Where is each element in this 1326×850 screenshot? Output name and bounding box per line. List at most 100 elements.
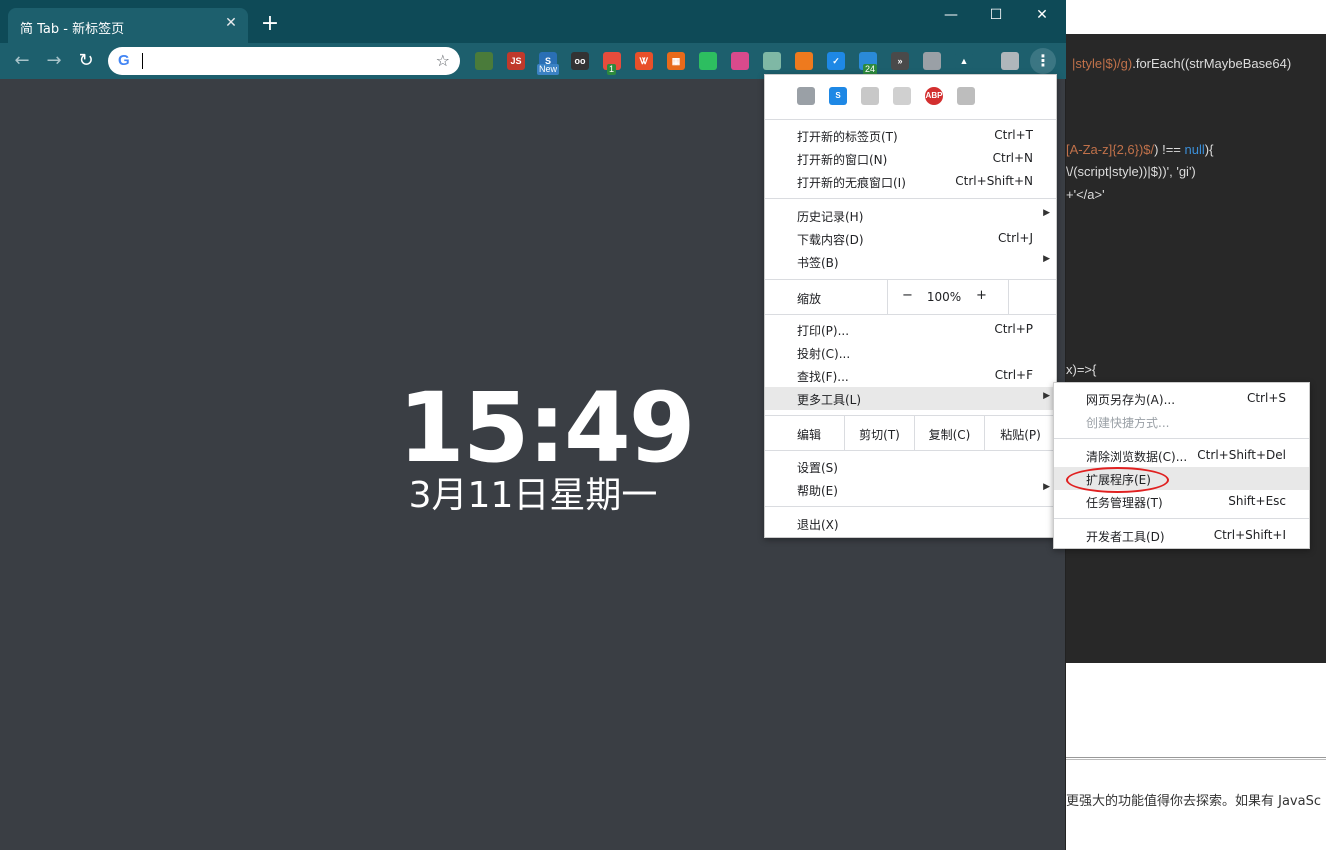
menu-item-devtools[interactable]: 开发者工具(D) Ctrl+Shift+I <box>1054 524 1309 547</box>
address-bar[interactable]: G ☆ <box>108 47 460 75</box>
menu-item-shortcut: Shift+Esc <box>1228 494 1286 508</box>
tab-title: 简 Tab - 新标签页 <box>20 22 125 37</box>
chevrons-ext-icon[interactable]: » <box>891 52 909 70</box>
s-ext-icon[interactable]: S <box>829 87 847 105</box>
menu-item-downloads[interactable]: 下载内容(D) Ctrl+J <box>765 227 1056 250</box>
paste-button[interactable]: 粘贴(P) <box>984 416 1056 450</box>
menu-item-create-shortcut: 创建快捷方式... <box>1054 410 1309 433</box>
submenu-arrow-icon: ▶ <box>1043 391 1050 401</box>
menu-item-more-tools[interactable]: 更多工具(L) ▶ <box>765 387 1056 410</box>
oo-ext-icon[interactable]: oo <box>571 52 589 70</box>
menu-item-task-manager[interactable]: 任务管理器(T) Shift+Esc <box>1054 490 1309 513</box>
menu-item-label: 任务管理器(T) <box>1086 496 1163 510</box>
menu-item-new-incognito[interactable]: 打开新的无痕窗口(I) Ctrl+Shift+N <box>765 170 1056 193</box>
clock-time: 15:49 <box>398 372 696 484</box>
menu-item-help[interactable]: 帮助(E) ▶ <box>765 478 1056 501</box>
menu-item-label: 书签(B) <box>797 256 839 270</box>
zoom-level: 100% <box>926 290 962 304</box>
cut-button[interactable]: 剪切(T) <box>844 416 914 450</box>
paste-label: 粘贴(P) <box>1000 428 1041 442</box>
zoom-label: 缩放 <box>797 292 822 306</box>
reload-button[interactable]: ↻ <box>73 48 99 74</box>
js-ext-icon[interactable]: JS <box>507 52 525 70</box>
chrome-menu: S ABP 打开新的标签页(T) Ctrl+T 打开新的窗口(N) Ctrl+N … <box>764 74 1057 538</box>
avatar-icon[interactable] <box>1001 52 1019 70</box>
evernote-ext-icon[interactable] <box>699 52 717 70</box>
rss-ext-icon[interactable] <box>795 52 813 70</box>
user-ext-icon[interactable] <box>475 52 493 70</box>
box-ext-icon[interactable] <box>763 52 781 70</box>
translate-ext-icon[interactable]: Ꮤ <box>635 52 653 70</box>
menu-item-label: 查找(F)... <box>797 370 849 384</box>
separator <box>1054 438 1309 439</box>
tab-active[interactable]: 简 Tab - 新标签页 ✕ <box>8 8 248 43</box>
bookmark-star-icon[interactable]: ☆ <box>436 51 450 71</box>
tab-close-icon[interactable]: ✕ <box>222 14 240 32</box>
edit-label: 编辑 <box>797 428 822 442</box>
cut-label: 剪切(T) <box>859 428 900 442</box>
qr-ext-icon[interactable]: ▦ <box>667 52 685 70</box>
code-line: x)=>{ <box>1066 362 1097 377</box>
menu-item-print[interactable]: 打印(P)... Ctrl+P <box>765 318 1056 341</box>
newspaper-ext-icon[interactable] <box>797 87 815 105</box>
zoom-row: 缩放 − 100% + <box>765 280 1056 314</box>
feather-ext-icon[interactable] <box>893 87 911 105</box>
warning-ext-icon[interactable]: ▲ <box>955 52 973 70</box>
new-tab-button[interactable]: + <box>258 12 282 36</box>
divider <box>1066 757 1326 760</box>
text-caret <box>142 53 143 69</box>
image-ext-icon[interactable] <box>861 87 879 105</box>
code-line: [A-Za-z]{2,6})$/) !== null){ <box>1066 142 1214 157</box>
menu-item-clear-data[interactable]: 清除浏览数据(C)... Ctrl+Shift+Del <box>1054 444 1309 467</box>
more-tools-submenu: 网页另存为(A)... Ctrl+S 创建快捷方式... 清除浏览数据(C)..… <box>1053 382 1310 549</box>
menu-item-shortcut: Ctrl+Shift+Del <box>1197 448 1286 462</box>
menu-item-shortcut: Ctrl+S <box>1246 391 1286 405</box>
check-ext-icon[interactable]: ✓ <box>827 52 845 70</box>
fullscreen-button[interactable] <box>1008 280 1057 314</box>
code-panel: |style|$)/g).forEach((strMaybeBase64) [A-… <box>1066 34 1326 663</box>
forward-button[interactable]: → <box>41 48 67 74</box>
menu-item-bookmarks[interactable]: 书签(B) ▶ <box>765 250 1056 273</box>
menu-item-save-page[interactable]: 网页另存为(A)... Ctrl+S <box>1054 387 1309 410</box>
adblock-ext-icon[interactable]: ABP <box>925 87 943 105</box>
menu-item-label: 清除浏览数据(C)... <box>1086 450 1188 464</box>
menu-item-settings[interactable]: 设置(S) <box>765 455 1056 478</box>
extension-badge: New <box>537 64 560 75</box>
menu-item-label: 投射(C)... <box>797 347 851 361</box>
code-line: |style|$)/g).forEach((strMaybeBase64) <box>1072 56 1292 71</box>
menu-item-exit[interactable]: 退出(X) <box>765 512 1056 535</box>
highlight-circle <box>1066 467 1169 493</box>
menu-item-cast[interactable]: 投射(C)... <box>765 341 1056 364</box>
menu-item-label: 网页另存为(A)... <box>1086 393 1176 407</box>
title-bar: 简 Tab - 新标签页 ✕ + — ☐ ✕ <box>0 0 1066 43</box>
article-text: 更强大的功能值得你去探索。如果有 JavaSc <box>1066 794 1321 809</box>
copy-button[interactable]: 复制(C) <box>914 416 984 450</box>
menu-item-history[interactable]: 历史记录(H) ▶ <box>765 204 1056 227</box>
zoom-controls: − 100% + <box>887 280 1056 314</box>
monitor-ext-icon[interactable] <box>923 52 941 70</box>
separator <box>765 314 1056 315</box>
menu-extension-row: S ABP <box>765 75 1056 119</box>
menu-button[interactable]: ⋮ <box>1030 48 1056 74</box>
shield-ext-icon[interactable] <box>957 87 975 105</box>
menu-item-new-tab[interactable]: 打开新的标签页(T) Ctrl+T <box>765 124 1056 147</box>
menu-item-label: 下载内容(D) <box>797 233 864 247</box>
menu-item-find[interactable]: 查找(F)... Ctrl+F <box>765 364 1056 387</box>
submenu-arrow-icon: ▶ <box>1043 254 1050 264</box>
menu-item-label: 设置(S) <box>797 461 838 475</box>
maximize-button[interactable]: ☐ <box>973 0 1019 30</box>
bird-ext-icon[interactable] <box>731 52 749 70</box>
menu-item-label: 打开新的窗口(N) <box>797 153 888 167</box>
address-input[interactable] <box>144 51 424 71</box>
menu-item-new-window[interactable]: 打开新的窗口(N) Ctrl+N <box>765 147 1056 170</box>
menu-item-label: 创建快捷方式... <box>1086 416 1170 430</box>
menu-item-shortcut: Ctrl+N <box>992 151 1033 165</box>
submenu-arrow-icon: ▶ <box>1043 482 1050 492</box>
zoom-out-button[interactable]: − <box>902 288 913 303</box>
close-window-button[interactable]: ✕ <box>1019 0 1065 30</box>
submenu-arrow-icon: ▶ <box>1043 208 1050 218</box>
extension-badge: 1 <box>607 64 617 75</box>
zoom-in-button[interactable]: + <box>976 288 987 303</box>
back-button[interactable]: ← <box>9 48 35 74</box>
minimize-button[interactable]: — <box>928 0 974 30</box>
